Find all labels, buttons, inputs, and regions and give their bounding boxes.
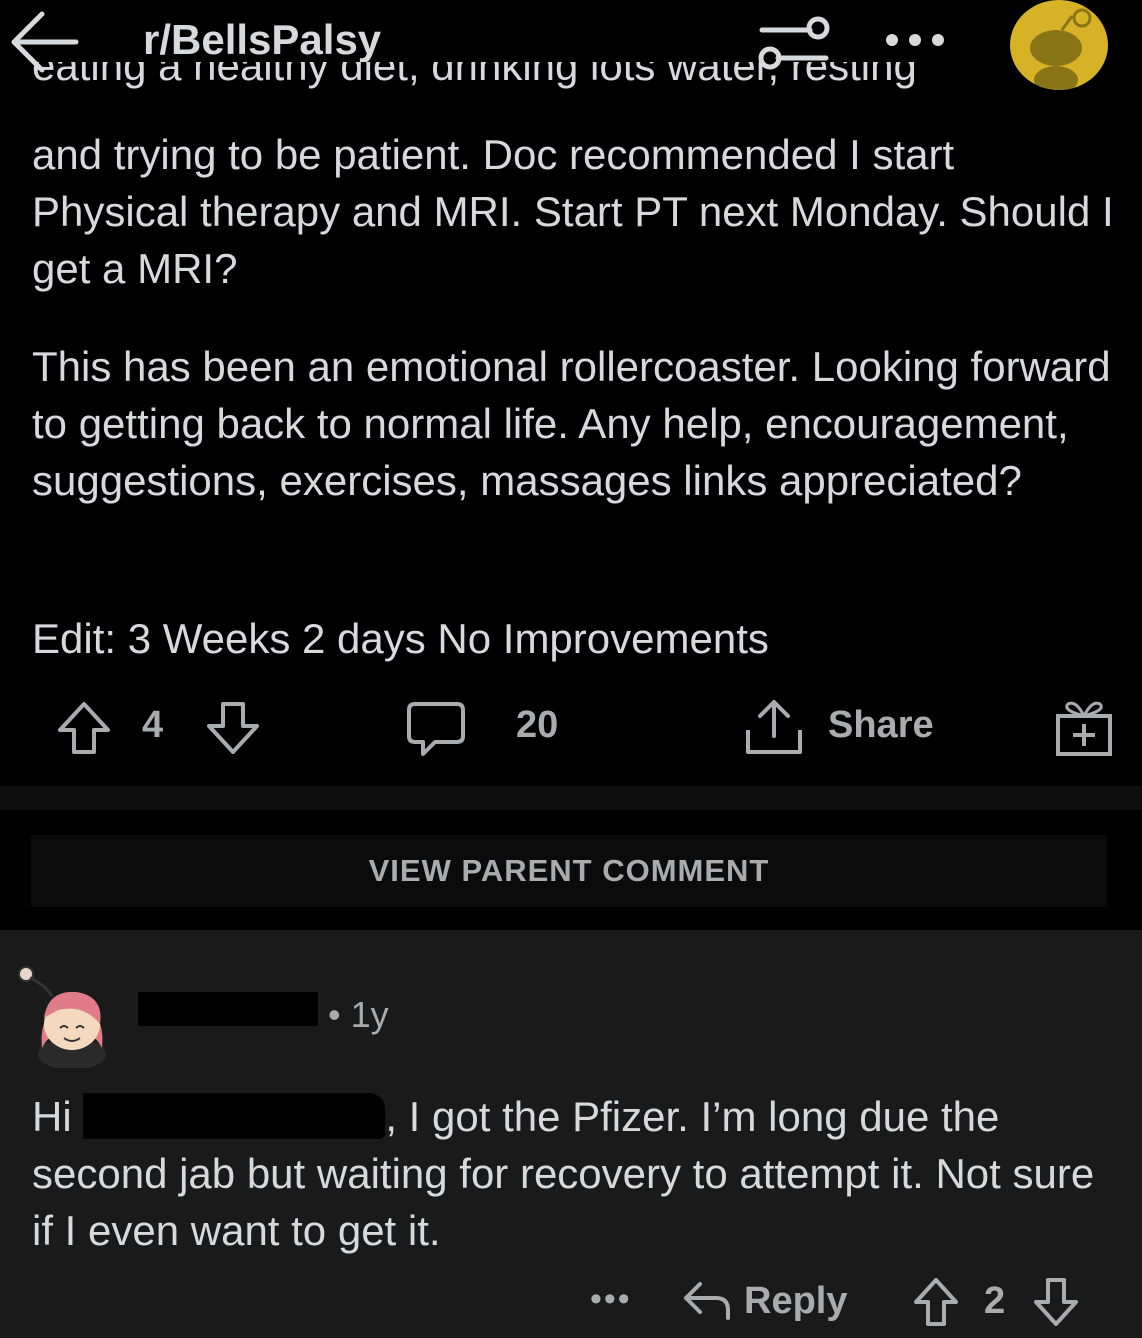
comment-timestamp: • 1y — [328, 994, 389, 1035]
comment-downvote-icon[interactable] — [1032, 1276, 1080, 1328]
comment-age: 1y — [350, 994, 389, 1035]
post-paragraph: and trying to be patient. Doc recommende… — [32, 131, 1114, 292]
commenter-avatar-icon[interactable] — [14, 948, 118, 1068]
upvote-icon[interactable] — [56, 700, 112, 756]
share-icon[interactable] — [742, 696, 806, 760]
redacted-mention — [83, 1093, 386, 1139]
view-parent-comment-button[interactable]: VIEW PARENT COMMENT — [31, 835, 1107, 907]
award-gift-icon[interactable] — [1054, 696, 1114, 758]
section-divider — [0, 786, 1142, 810]
comment-count: 20 — [516, 704, 559, 746]
share-button[interactable]: Share — [828, 704, 934, 747]
post-action-bar: 4 20 Share — [0, 690, 1142, 770]
comment-more-button[interactable]: ••• — [590, 1280, 632, 1319]
subreddit-name[interactable]: r/BellsPalsy — [143, 14, 381, 62]
vote-count: 4 — [142, 704, 164, 746]
redacted-username — [138, 992, 318, 1026]
reply-button[interactable]: Reply — [744, 1280, 847, 1323]
comment-body: Hi , I got the Pfizer. I’m long due the … — [32, 1088, 1112, 1259]
comment-bubble-icon[interactable] — [405, 698, 467, 760]
comment-score: 2 — [984, 1280, 1006, 1322]
post-paragraph: This has been an emotional rollercoaster… — [32, 343, 1111, 504]
downvote-icon[interactable] — [205, 700, 261, 756]
post-partial-line: eating a healthy diet, drinking lots wat… — [32, 62, 917, 89]
post-edit-note: Edit: 3 Weeks 2 days No Improvements — [32, 615, 769, 662]
comment-text-start: Hi — [32, 1093, 84, 1140]
more-options-icon[interactable] — [880, 18, 950, 62]
comment-upvote-icon[interactable] — [912, 1276, 960, 1328]
comment: • 1y Hi , I got the Pfizer. I’m long due… — [0, 930, 1142, 1338]
reply-arrow-icon[interactable] — [682, 1278, 732, 1322]
